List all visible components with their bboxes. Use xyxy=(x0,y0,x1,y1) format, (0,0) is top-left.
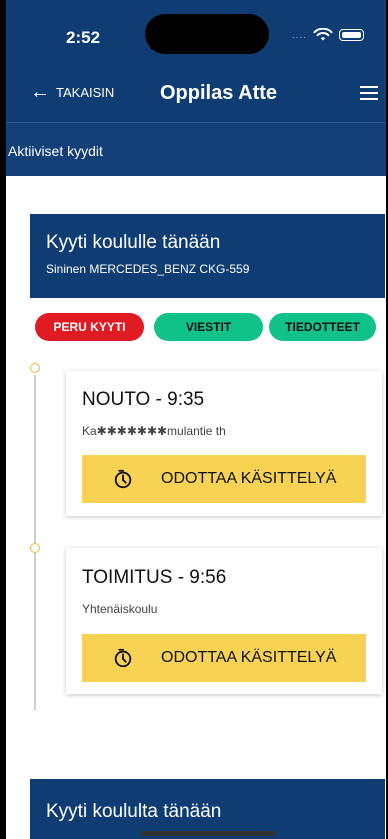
ride-to-school-header: Kyyti koululle tänään Sininen MERCEDES_B… xyxy=(30,214,385,298)
active-rides-label: Aktiiviset kyydit xyxy=(6,122,386,176)
delivery-card: TOIMITUS - 9:56 Yhtenäiskoulu ODOTTAA KÄ… xyxy=(66,548,382,694)
cancel-ride-button[interactable]: PERU KYYTI xyxy=(35,313,144,341)
delivery-status-label: ODOTTAA KÄSITTELYÄ xyxy=(161,649,337,666)
delivery-status-button[interactable]: ODOTTAA KÄSITTELYÄ xyxy=(82,634,366,682)
ride-from-school-header: Kyyti koululta tänään xyxy=(30,779,385,839)
battery-icon xyxy=(339,29,364,41)
hamburger-menu-icon[interactable] xyxy=(360,86,378,100)
status-time: 2:52 xyxy=(66,28,101,47)
app-screen: 2:52 .... ← TAKAISIN Oppilas Atte Aktiiv… xyxy=(6,0,386,839)
arrow-left-icon: ← xyxy=(30,81,50,103)
top-app-bar: 2:52 .... ← TAKAISIN Oppilas Atte xyxy=(6,0,386,122)
pickup-status-label: ODOTTAA KÄSITTELYÄ xyxy=(161,470,337,487)
pickup-title: NOUTO - 9:35 xyxy=(82,389,205,410)
notices-button[interactable]: TIEDOTTEET xyxy=(269,313,376,341)
pickup-status-button[interactable]: ODOTTAA KÄSITTELYÄ xyxy=(82,455,366,503)
back-button[interactable]: ← TAKAISIN xyxy=(30,82,114,102)
signal-dots: .... xyxy=(291,29,307,41)
timeline-dot xyxy=(30,543,40,553)
timer-icon xyxy=(114,469,132,489)
home-indicator xyxy=(141,831,275,836)
delivery-title: TOIMITUS - 9:56 xyxy=(82,567,227,588)
pickup-card: NOUTO - 9:35 Ka✱✱✱✱✱✱✱mulantie th ODOTTA… xyxy=(66,371,382,516)
back-label: TAKAISIN xyxy=(56,84,115,100)
page-title: Oppilas Atte xyxy=(160,82,278,104)
timer-icon xyxy=(114,648,132,668)
messages-button[interactable]: VIESTIT xyxy=(154,313,263,341)
timeline-dot xyxy=(30,363,40,373)
vehicle-info: Sininen MERCEDES_BENZ CKG-559 xyxy=(46,262,250,276)
ride-title: Kyyti koululle tänään xyxy=(46,232,221,253)
pickup-address: Ka✱✱✱✱✱✱✱mulantie th xyxy=(82,424,226,438)
wifi-icon xyxy=(313,28,333,41)
dynamic-island xyxy=(145,14,269,54)
delivery-address: Yhtenäiskoulu xyxy=(82,602,158,616)
status-icons: .... xyxy=(292,28,364,42)
